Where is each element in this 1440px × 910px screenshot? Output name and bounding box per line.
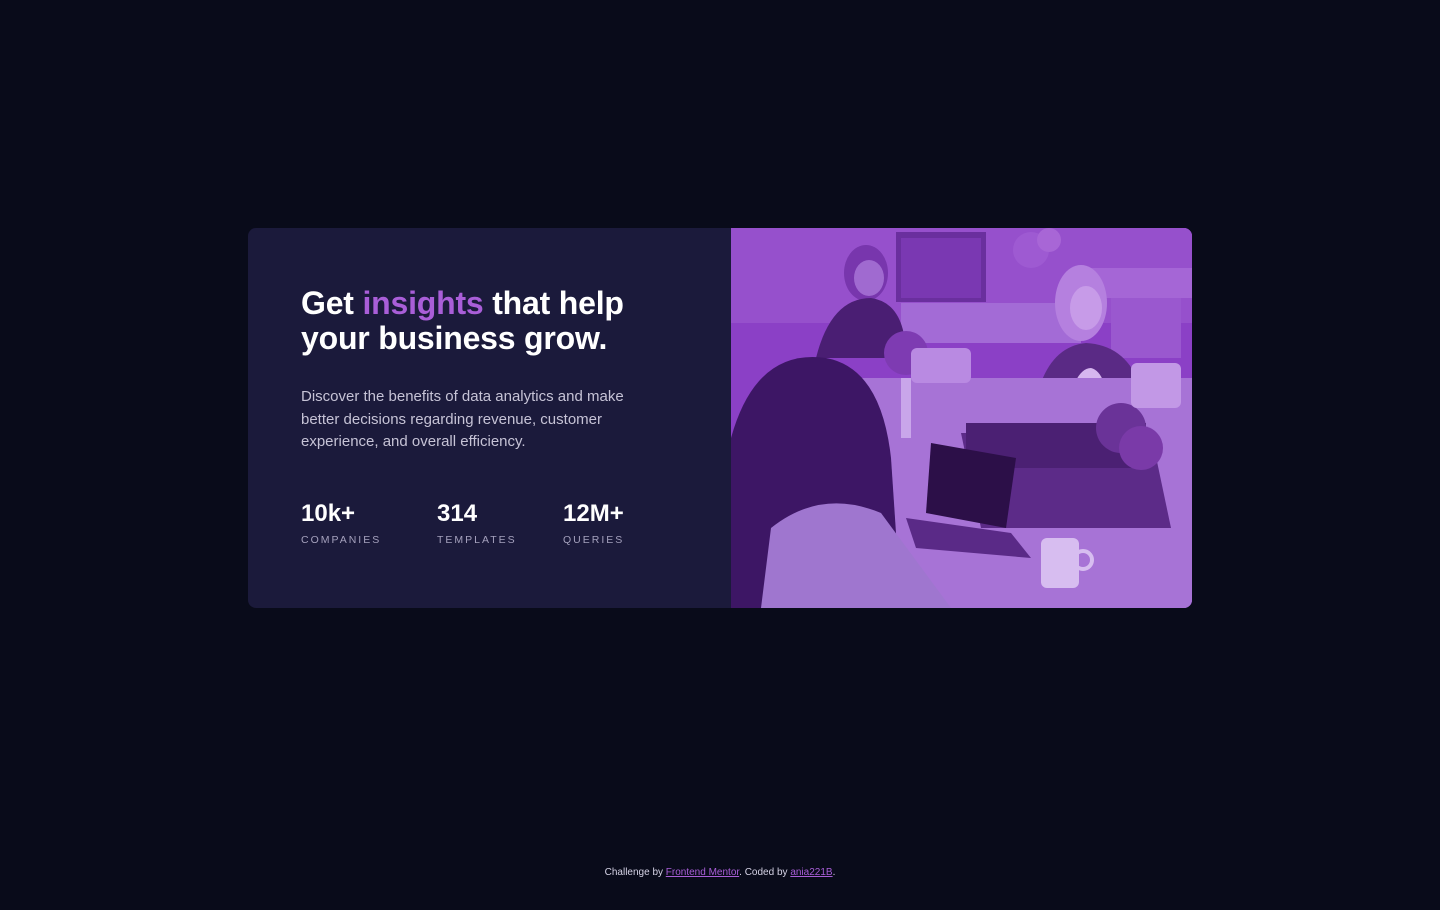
stat-value: 314	[437, 500, 478, 527]
frontend-mentor-link[interactable]: Frontend Mentor	[666, 867, 739, 878]
headline: Get insights that help your business gro…	[301, 286, 651, 356]
author-link[interactable]: ania221B	[790, 867, 832, 878]
description: Discover the benefits of data analytics …	[301, 388, 624, 450]
office-workers-photo	[731, 228, 1192, 608]
stat-label: QUERIES	[563, 534, 625, 546]
card-text-panel: Get insights that help your business gro…	[248, 228, 731, 608]
stat-label: TEMPLATES	[437, 534, 517, 546]
stat-templates: 314 TEMPLATES	[437, 499, 563, 546]
stats-preview-card: Get insights that help your business gro…	[248, 228, 1192, 608]
stat-value: 10k+	[301, 500, 356, 527]
photo-illustration	[731, 228, 1192, 608]
attribution-middle: . Coded by	[739, 867, 791, 878]
attribution-prefix: Challenge by	[604, 867, 666, 878]
headline-accent: insights	[362, 285, 484, 321]
attribution-suffix: .	[832, 867, 836, 878]
stat-queries: 12M+ QUERIES	[563, 499, 663, 546]
stat-value: 12M+	[563, 500, 624, 527]
stats-row: 10k+ COMPANIES 314 TEMPLATES 12M+ QUERIE…	[301, 499, 663, 546]
stat-label: COMPANIES	[301, 534, 382, 546]
attribution-footer: Challenge by Frontend Mentor. Coded by a…	[0, 866, 1440, 880]
stat-companies: 10k+ COMPANIES	[301, 499, 437, 546]
headline-before: Get	[301, 285, 363, 321]
